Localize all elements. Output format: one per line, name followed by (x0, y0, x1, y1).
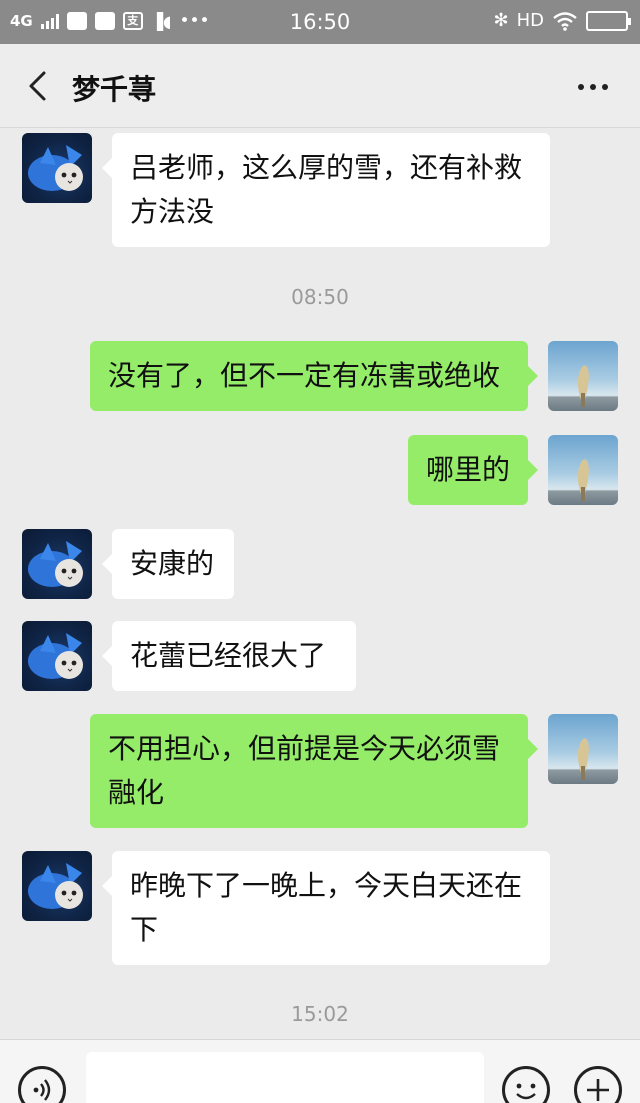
self-avatar[interactable] (548, 341, 618, 411)
back-arrow-icon[interactable] (24, 70, 52, 102)
self-avatar[interactable] (548, 435, 618, 505)
received-message[interactable]: 昨晚下了一晚上，今天白天还在下 (102, 851, 550, 965)
plus-icon (587, 1079, 609, 1101)
flower-bud-avatar-icon (577, 459, 589, 501)
flower-bud-avatar-icon (577, 738, 589, 780)
sent-message[interactable]: 不用担心，但前提是今天必须雪融化 (90, 714, 538, 828)
chat-header: 梦千荨 (0, 44, 640, 128)
received-message[interactable]: 安康的 (102, 529, 234, 599)
received-message[interactable]: 花蕾已经很大了 (102, 621, 356, 691)
voice-icon (33, 1079, 51, 1101)
wifi-icon (553, 11, 577, 31)
blue-cat-avatar-icon (28, 145, 83, 191)
blue-cat-avatar-icon (28, 863, 83, 909)
message-list[interactable]: 吕老师，这么厚的雪，还有补救方法没 08:50 没有了，但不一定有冻害或绝收 哪… (0, 129, 640, 1039)
status-right: ✻ HD (493, 10, 631, 31)
contact-avatar[interactable] (22, 621, 92, 691)
status-bar: 4G 支 ▐◖ ••• 16:50 ✻ HD (0, 0, 640, 44)
contact-avatar[interactable] (22, 133, 92, 203)
blue-cat-avatar-icon (28, 541, 83, 587)
sent-message[interactable]: 哪里的 (408, 435, 538, 505)
emoji-button[interactable] (502, 1066, 550, 1103)
contact-avatar[interactable] (22, 529, 92, 599)
hd-indicator: HD (516, 10, 544, 31)
more-functions-button[interactable] (574, 1066, 622, 1103)
message-input[interactable] (86, 1052, 484, 1103)
self-avatar[interactable] (548, 714, 618, 784)
sent-message[interactable]: 没有了，但不一定有冻害或绝收 (90, 341, 538, 411)
received-message[interactable]: 吕老师，这么厚的雪，还有补救方法没 (102, 133, 550, 247)
emoji-icon (516, 1083, 536, 1100)
more-options-icon[interactable] (578, 84, 608, 90)
blue-cat-avatar-icon (28, 633, 83, 679)
bluetooth-icon: ✻ (493, 10, 509, 31)
message-timestamp: 15:02 (291, 1002, 349, 1026)
message-timestamp: 08:50 (291, 285, 349, 309)
flower-bud-avatar-icon (577, 365, 589, 407)
voice-input-button[interactable] (18, 1066, 66, 1103)
battery-icon (586, 10, 631, 31)
input-bar (0, 1039, 640, 1103)
contact-avatar[interactable] (22, 851, 92, 921)
chat-title: 梦千荨 (72, 73, 157, 106)
